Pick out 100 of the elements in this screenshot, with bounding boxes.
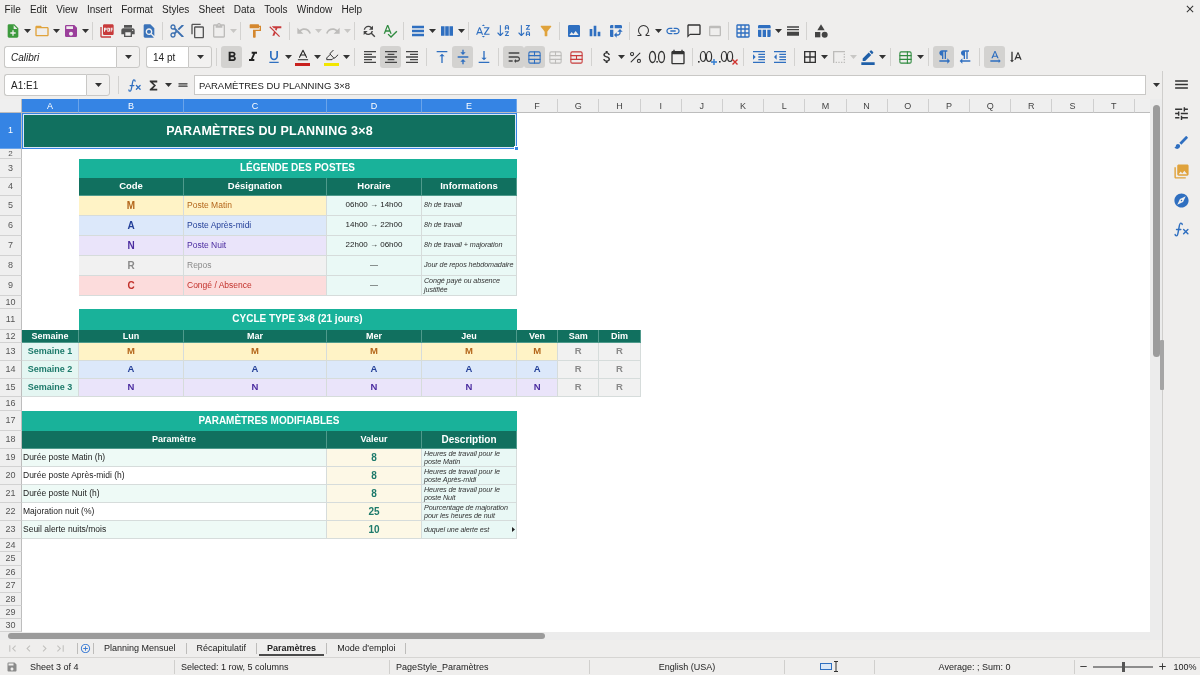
column-header[interactable]: N <box>846 99 888 113</box>
name-box[interactable]: A1:E1 <box>4 74 86 96</box>
column-header[interactable]: K <box>722 99 765 113</box>
caret-icon[interactable] <box>820 55 828 59</box>
sheet-tab[interactable]: Planning Mensuel <box>96 641 184 656</box>
row-header[interactable]: 24 <box>0 539 22 552</box>
title-banner[interactable]: PARAMÈTRES DU PLANNING 3×8 <box>22 113 517 149</box>
selection-mode-icon[interactable] <box>819 661 840 672</box>
caret-icon[interactable] <box>457 28 465 33</box>
row-header[interactable]: 6 <box>0 216 22 236</box>
menu-item[interactable]: Tools <box>259 3 293 15</box>
row-header[interactable]: 19 <box>0 449 22 467</box>
column-header[interactable]: J <box>681 99 723 113</box>
brush-icon[interactable] <box>1173 134 1190 151</box>
row-header[interactable]: 27 <box>0 579 22 593</box>
parameter-value-cell[interactable]: 10 <box>327 521 422 539</box>
caret-icon[interactable] <box>52 28 60 33</box>
parameter-value-cell[interactable]: 8 <box>327 485 422 503</box>
row-header[interactable]: 7 <box>0 236 22 256</box>
caret-icon[interactable] <box>774 28 782 33</box>
function-icon[interactable] <box>127 77 142 93</box>
row-header[interactable]: 16 <box>0 397 22 411</box>
menu-item[interactable]: File <box>0 3 26 15</box>
row-header[interactable]: 8 <box>0 256 22 276</box>
close-icon[interactable] <box>1184 3 1196 15</box>
column-header[interactable]: F <box>517 99 559 113</box>
zoom-in-icon[interactable] <box>1156 661 1168 672</box>
font-size-field[interactable]: 14 pt <box>146 46 188 68</box>
row-header[interactable]: 20 <box>0 467 22 485</box>
formula-input[interactable]: PARAMÈTRES DU PLANNING 3×8 <box>194 75 1146 95</box>
sidebar-grip[interactable] <box>1160 340 1164 390</box>
menu-item[interactable]: Styles <box>157 3 194 15</box>
caret-icon[interactable] <box>94 83 102 87</box>
row-header[interactable]: 1 <box>0 113 22 149</box>
row-header[interactable]: 23 <box>0 521 22 539</box>
menu-item[interactable]: Sheet <box>193 3 230 15</box>
sheet-tab[interactable]: Mode d'emploi <box>329 641 404 656</box>
caret-icon[interactable] <box>1152 83 1160 87</box>
row-header[interactable]: 2 <box>0 149 22 159</box>
parameter-value-cell[interactable]: 25 <box>327 503 422 521</box>
column-header[interactable]: R <box>1011 99 1053 113</box>
column-header[interactable]: L <box>764 99 806 113</box>
row-header[interactable]: 3 <box>0 159 22 178</box>
sheet-tab[interactable]: Paramètres <box>259 641 325 656</box>
menu-item[interactable]: Insert <box>82 3 117 15</box>
caret-icon[interactable] <box>428 28 436 33</box>
menu-item[interactable]: Format <box>116 3 158 15</box>
font-size-field-dropdown[interactable] <box>188 46 212 68</box>
parameter-value-cell[interactable]: 8 <box>327 449 422 467</box>
row-header[interactable]: 12 <box>0 330 22 343</box>
column-header[interactable]: B <box>79 99 184 113</box>
menu-item[interactable]: Help <box>336 3 367 15</box>
parameter-value-cell[interactable]: 8 <box>327 467 422 485</box>
caret-icon[interactable] <box>342 55 350 59</box>
caret-icon[interactable] <box>617 55 625 59</box>
column-header[interactable]: E <box>422 99 517 113</box>
column-header[interactable]: M <box>805 99 847 113</box>
compass-icon[interactable] <box>1173 192 1190 209</box>
caret-icon[interactable] <box>654 28 662 33</box>
column-header[interactable]: C <box>184 99 327 113</box>
row-header[interactable]: 9 <box>0 276 22 296</box>
font-name-field[interactable]: Calibri <box>4 46 116 68</box>
menu-item[interactable]: Window <box>292 3 337 15</box>
column-header[interactable]: I <box>640 99 682 113</box>
column-header[interactable]: A <box>22 99 79 113</box>
scrollbar-thumb[interactable] <box>1152 105 1160 357</box>
row-header[interactable]: 22 <box>0 503 22 521</box>
column-header[interactable]: P <box>928 99 971 113</box>
row-header[interactable]: 17 <box>0 411 22 431</box>
caret-icon[interactable] <box>124 55 132 59</box>
row-header[interactable]: 4 <box>0 178 22 196</box>
caret-icon[interactable] <box>196 55 204 59</box>
row-header[interactable]: 15 <box>0 379 22 397</box>
row-header[interactable]: 21 <box>0 485 22 503</box>
row-header[interactable]: 30 <box>0 619 22 632</box>
menu-item[interactable]: View <box>51 3 83 15</box>
row-header[interactable]: 5 <box>0 196 22 216</box>
row-header[interactable]: 10 <box>0 296 22 309</box>
column-header[interactable]: T <box>1093 99 1135 113</box>
menu-item[interactable]: Edit <box>25 3 52 15</box>
row-header[interactable]: 18 <box>0 431 22 449</box>
add-sheet-icon[interactable] <box>80 643 91 654</box>
caret-icon[interactable] <box>878 55 886 59</box>
column-header[interactable]: H <box>599 99 641 113</box>
row-header[interactable]: 11 <box>0 309 22 330</box>
sheet-tab[interactable]: Récapitulatif <box>188 641 255 656</box>
caret-icon[interactable] <box>165 83 172 87</box>
caret-icon[interactable] <box>23 28 31 33</box>
row-header[interactable]: 26 <box>0 566 22 579</box>
row-header[interactable]: 13 <box>0 343 22 361</box>
zoom-percent[interactable]: 100% <box>1173 661 1197 672</box>
menu-item[interactable]: Data <box>229 3 260 15</box>
column-header[interactable]: G <box>558 99 600 113</box>
caret-icon[interactable] <box>916 55 924 59</box>
row-header[interactable]: 28 <box>0 593 22 606</box>
scrollbar-thumb[interactable] <box>8 633 545 639</box>
column-header[interactable]: Q <box>970 99 1012 113</box>
caret-icon[interactable] <box>284 55 292 59</box>
row-header[interactable]: 29 <box>0 606 22 619</box>
sliders-icon[interactable] <box>1173 105 1190 122</box>
